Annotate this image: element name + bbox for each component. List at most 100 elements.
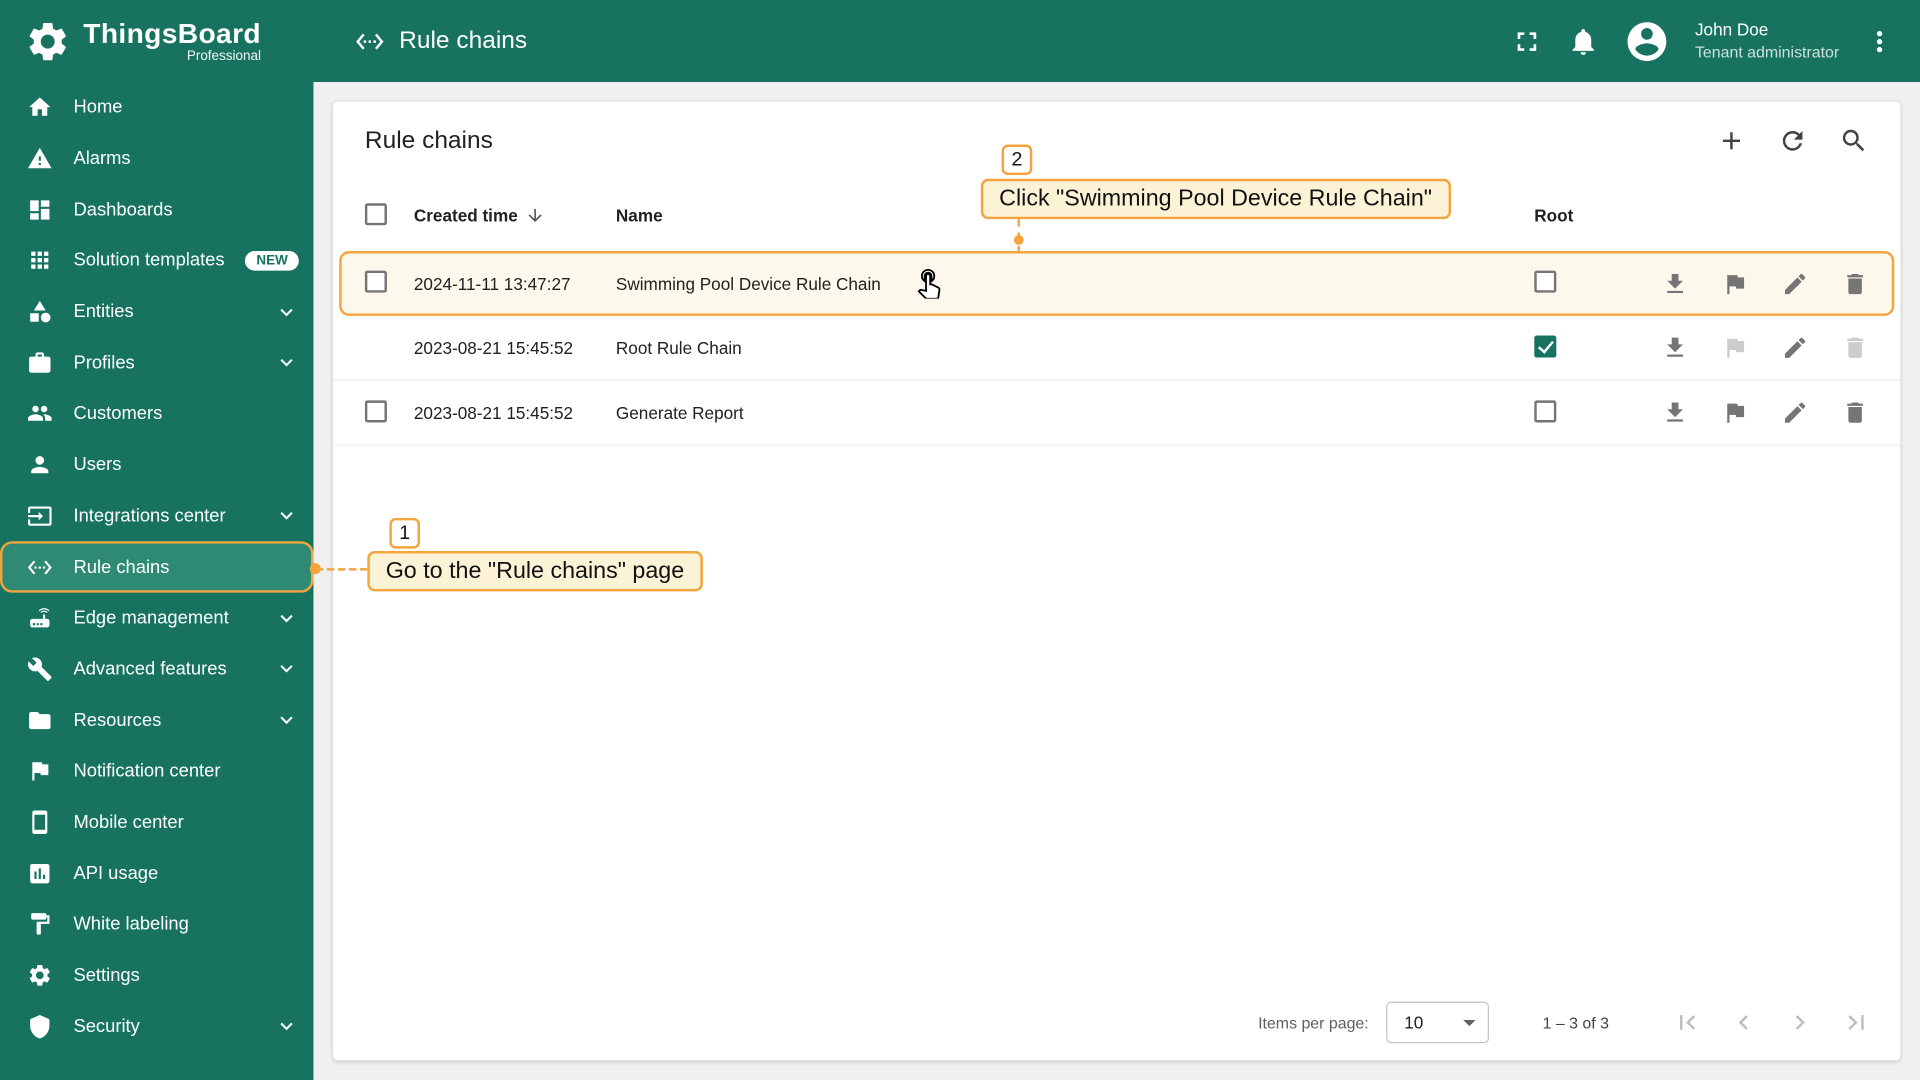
edit-button[interactable]	[1764, 399, 1824, 426]
sidebar-item-label: Mobile center	[73, 811, 184, 833]
table-row[interactable]: 2023-08-21 15:45:52 Generate Report	[333, 381, 1901, 446]
sidebar-item-white-labeling[interactable]: White labeling	[0, 899, 313, 950]
root-checkbox[interactable]	[1534, 334, 1557, 357]
row-checkbox[interactable]	[364, 399, 387, 422]
annotation-connector-line	[315, 568, 368, 571]
root-checkbox[interactable]	[1534, 399, 1557, 422]
more-vert-icon[interactable]	[1864, 25, 1896, 57]
rule-chains-icon	[355, 26, 384, 55]
edit-button[interactable]	[1764, 270, 1824, 297]
annotation-step-1-badge: 1	[389, 517, 420, 549]
chevron-right-icon	[1785, 1008, 1814, 1037]
delete-button[interactable]	[1824, 399, 1884, 426]
sidebar-item-profiles[interactable]: Profiles	[0, 337, 313, 388]
created-time-header[interactable]: Created time	[413, 205, 616, 226]
chevron-left-icon	[1729, 1008, 1758, 1037]
annotation-connector-dot	[1013, 235, 1024, 245]
user-role: Tenant administrator	[1694, 43, 1840, 62]
sidebar-item-customers[interactable]: Customers	[0, 388, 313, 439]
mouse-cursor-hand-icon	[912, 266, 945, 305]
export-button[interactable]	[1644, 399, 1704, 426]
pencil-icon	[1781, 270, 1808, 297]
delete-button[interactable]	[1824, 270, 1884, 297]
thingsboard-logo-icon	[24, 18, 71, 65]
make-root-button[interactable]	[1704, 399, 1764, 426]
pagination-bar: Items per page: 10 1 – 3 of 3	[333, 984, 1900, 1060]
new-badge: NEW	[245, 250, 299, 271]
sidebar-item-mobile-center[interactable]: Mobile center	[0, 797, 313, 848]
items-per-page-select[interactable]: 10	[1385, 1001, 1489, 1044]
sidebar-item-resources[interactable]: Resources	[0, 695, 313, 746]
search-button[interactable]	[1839, 126, 1868, 155]
user-name: John Doe	[1694, 19, 1769, 40]
flag-icon	[1721, 399, 1748, 426]
trash-icon	[1841, 334, 1868, 361]
gear-icon	[27, 962, 53, 988]
flag-icon	[27, 758, 53, 784]
sidebar-item-entities[interactable]: Entities	[0, 286, 313, 337]
trash-icon	[1841, 270, 1868, 297]
people-icon	[27, 401, 53, 427]
table-row[interactable]: 2024-11-11 13:47:27 Swimming Pool Device…	[339, 251, 1895, 316]
created-time-header-label: Created time	[413, 205, 518, 226]
download-icon	[1661, 399, 1688, 426]
notifications-bell-icon[interactable]	[1568, 25, 1600, 57]
refresh-button[interactable]	[1778, 126, 1807, 155]
chevron-down-icon	[274, 300, 298, 324]
previous-page-button[interactable]	[1729, 1008, 1758, 1037]
sidebar-item-settings[interactable]: Settings	[0, 950, 313, 1001]
table-row[interactable]: 2023-08-21 15:45:52 Root Rule Chain	[333, 316, 1901, 381]
items-per-page-label: Items per page:	[1258, 1013, 1369, 1032]
row-checkbox[interactable]	[364, 270, 387, 293]
name-cell: Root Rule Chain	[615, 337, 742, 358]
shield-icon	[27, 1014, 53, 1040]
sidebar-item-integrations-center[interactable]: Integrations center	[0, 490, 313, 541]
fullscreen-icon[interactable]	[1511, 25, 1543, 57]
items-per-page-value: 10	[1404, 1012, 1424, 1033]
export-button[interactable]	[1644, 334, 1704, 361]
sidebar-item-label: Resources	[73, 709, 162, 731]
last-page-button[interactable]	[1842, 1008, 1871, 1037]
sidebar-item-label: Home	[73, 97, 123, 118]
annotation-step-1-callout: Go to the "Rule chains" page	[367, 551, 703, 592]
warning-icon	[27, 146, 53, 172]
chevron-down-icon	[274, 657, 298, 681]
brand-title: ThingsBoard	[83, 17, 261, 50]
sidebar-item-label: Integrations center	[73, 505, 226, 527]
sidebar-item-alarms[interactable]: Alarms	[0, 133, 313, 184]
select-all-checkbox[interactable]	[364, 202, 387, 225]
sidebar-item-api-usage[interactable]: API usage	[0, 848, 313, 899]
sidebar-item-label: Rule chains	[73, 556, 170, 578]
download-icon	[1661, 270, 1688, 297]
first-page-button[interactable]	[1673, 1008, 1702, 1037]
person-icon	[27, 452, 53, 478]
first-page-icon	[1673, 1008, 1702, 1037]
sidebar-item-solution-templates[interactable]: Solution templates NEW	[0, 235, 313, 286]
next-page-button[interactable]	[1785, 1008, 1814, 1037]
sidebar-item-users[interactable]: Users	[0, 439, 313, 490]
home-icon	[27, 95, 53, 121]
dashboards-icon	[27, 197, 53, 223]
card-title: Rule chains	[364, 126, 493, 154]
sidebar-item-label: Profiles	[73, 352, 135, 374]
avatar[interactable]	[1624, 18, 1671, 65]
user-info[interactable]: John Doe Tenant administrator	[1695, 19, 1839, 64]
sidebar-item-dashboards[interactable]: Dashboards	[0, 184, 313, 235]
add-rule-chain-button[interactable]	[1717, 126, 1746, 155]
chevron-down-icon	[274, 1014, 298, 1038]
sidebar-item-edge-management[interactable]: Edge management	[0, 593, 313, 644]
sidebar-item-label: Customers	[73, 403, 163, 425]
sidebar-item-advanced-features[interactable]: Advanced features	[0, 644, 313, 695]
sidebar-item-rule-chains[interactable]: Rule chains	[0, 541, 314, 593]
sidebar-item-label: API usage	[73, 862, 159, 884]
sidebar-item-home[interactable]: Home	[0, 82, 313, 133]
root-checkbox[interactable]	[1534, 270, 1557, 293]
sidebar-item-label: Entities	[73, 301, 134, 323]
make-root-button[interactable]	[1704, 270, 1764, 297]
sidebar-item-notification-center[interactable]: Notification center	[0, 746, 313, 797]
sidebar-item-label: Advanced features	[73, 658, 227, 680]
edit-button[interactable]	[1764, 334, 1824, 361]
export-button[interactable]	[1644, 270, 1704, 297]
sidebar-item-security[interactable]: Security	[0, 1001, 313, 1052]
make-root-button	[1704, 334, 1764, 361]
